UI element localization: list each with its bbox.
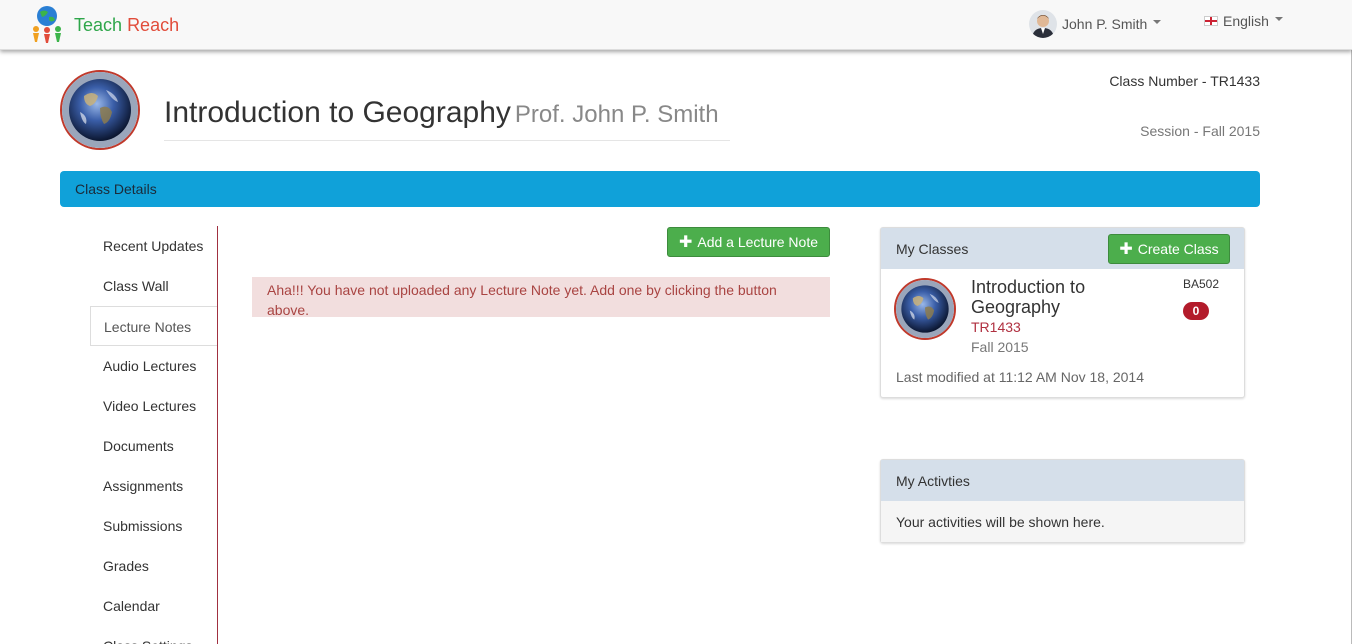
empty-notes-alert: Aha!!! You have not uploaded any Lecture… — [252, 277, 830, 318]
sidebar-item-assignments[interactable]: Assignments — [90, 466, 217, 506]
sidebar-item-grades[interactable]: Grades — [90, 546, 217, 586]
class-details-label: Class Details — [75, 181, 157, 197]
session-label: Session - Fall 2015 — [1140, 123, 1260, 139]
sidebar-item-audio-lectures[interactable]: Audio Lectures — [90, 346, 217, 386]
class-number: Class Number - TR1433 — [1109, 73, 1260, 89]
user-name: John P. Smith — [1062, 16, 1148, 32]
my-activities-header: My Activties — [881, 460, 1244, 501]
plus-icon: ✚ — [678, 234, 693, 251]
user-menu[interactable]: John P. Smith — [1029, 10, 1162, 38]
add-lecture-note-label: Add a Lecture Note — [697, 234, 819, 250]
class-image — [60, 70, 140, 150]
class-card-code: TR1433 — [971, 319, 1021, 335]
sidebar-item-submissions[interactable]: Submissions — [90, 506, 217, 546]
my-activities-panel: My Activties Your activities will be sho… — [880, 459, 1245, 543]
class-card-title[interactable]: Introduction to Geography — [971, 277, 1121, 317]
globe-icon — [896, 280, 954, 338]
my-classes-heading: My Classes — [896, 240, 969, 257]
class-sidebar: Recent Updates Class Wall Lecture Notes … — [90, 226, 218, 644]
last-modified: Last modified at 11:12 AM Nov 18, 2014 — [896, 369, 1145, 385]
language-label: English — [1223, 13, 1269, 29]
sidebar-item-lecture-notes[interactable]: Lecture Notes — [90, 306, 217, 346]
brand-name-teach: Teach — [74, 14, 123, 35]
language-menu[interactable]: English — [1204, 13, 1283, 29]
class-thumbnail[interactable] — [894, 278, 956, 340]
notification-badge: 0 — [1183, 302, 1209, 320]
create-class-label: Create Class — [1137, 240, 1219, 257]
england-flag-icon — [1204, 16, 1218, 26]
class-card-session: Fall 2015 — [971, 339, 1029, 355]
avatar — [1029, 10, 1057, 38]
brand-name: Teach Reach — [74, 15, 179, 36]
chevron-down-icon — [1274, 17, 1283, 21]
chevron-down-icon — [1153, 20, 1162, 24]
sidebar-item-calendar[interactable]: Calendar — [90, 586, 217, 626]
sidebar-item-video-lectures[interactable]: Video Lectures — [90, 386, 217, 426]
brand-name-reach: Reach — [127, 14, 180, 35]
class-card-id: BA502 — [1183, 277, 1220, 291]
professor-name: Prof. John P. Smith — [514, 101, 719, 128]
my-classes-panel: My Classes ✚ Create Class Introduction t… — [880, 227, 1245, 398]
my-classes-header: My Classes ✚ Create Class — [881, 228, 1244, 269]
plus-icon: ✚ — [1119, 240, 1133, 258]
create-class-button[interactable]: ✚ Create Class — [1108, 233, 1230, 264]
sidebar-item-class-wall[interactable]: Class Wall — [90, 266, 217, 306]
my-activities-heading: My Activties — [896, 472, 970, 489]
add-lecture-note-button[interactable]: ✚ Add a Lecture Note — [667, 227, 830, 257]
page-title: Introduction to Geography Prof. John P. S… — [164, 96, 730, 141]
brand[interactable]: Teach Reach — [30, 5, 179, 43]
sidebar-item-recent-updates[interactable]: Recent Updates — [90, 226, 217, 266]
class-title: Introduction to Geography — [164, 96, 511, 129]
globe-icon — [62, 72, 138, 148]
teach-reach-logo — [33, 6, 61, 43]
sidebar-item-class-settings[interactable]: Class Settings — [90, 626, 217, 644]
class-details-bar: Class Details — [60, 171, 1260, 207]
top-navbar: Teach Reach John P. Smith English — [0, 0, 1352, 50]
sidebar-item-documents[interactable]: Documents — [90, 426, 217, 466]
activities-message: Your activities will be shown here. — [881, 501, 1244, 542]
